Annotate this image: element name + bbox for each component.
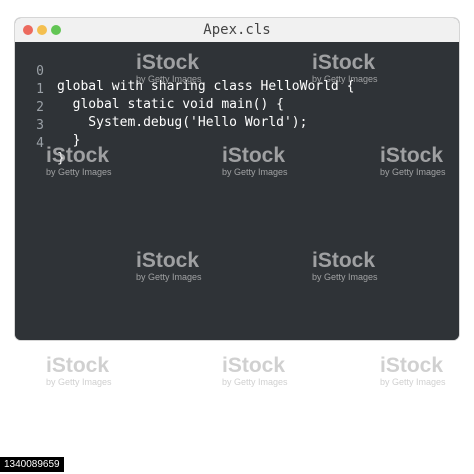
file-title: Apex.cls — [203, 22, 271, 38]
image-id-label: 1340089659 — [0, 457, 64, 472]
watermark: iStock by Getty Images — [46, 354, 138, 388]
watermark-credit: by Getty Images — [222, 377, 288, 387]
code-line: 0 global with sharing class HelloWorld { — [15, 49, 459, 94]
watermark-brand: iStock — [46, 354, 110, 377]
watermark-credit: by Getty Images — [46, 377, 112, 387]
code-line: 3 } — [15, 103, 459, 148]
code-editor[interactable]: 0 global with sharing class HelloWorld {… — [15, 42, 459, 340]
code-line: 4 } — [15, 121, 459, 166]
watermark: iStock by Getty Images — [380, 354, 470, 388]
editor-window: Apex.cls 0 global with sharing class Hel… — [15, 18, 459, 340]
code-text: } — [57, 151, 65, 166]
title-bar: Apex.cls — [15, 18, 459, 43]
watermark-credit: by Getty Images — [380, 377, 446, 387]
line-number: 4 — [36, 136, 44, 151]
code-line: 1 global static void main() { — [15, 67, 459, 112]
watermark-brand: iStock — [380, 354, 444, 377]
watermark: iStock by Getty Images — [222, 354, 314, 388]
watermark-brand: iStock — [222, 354, 286, 377]
code-line: 2 System.debug('Hello World'); — [15, 85, 459, 130]
